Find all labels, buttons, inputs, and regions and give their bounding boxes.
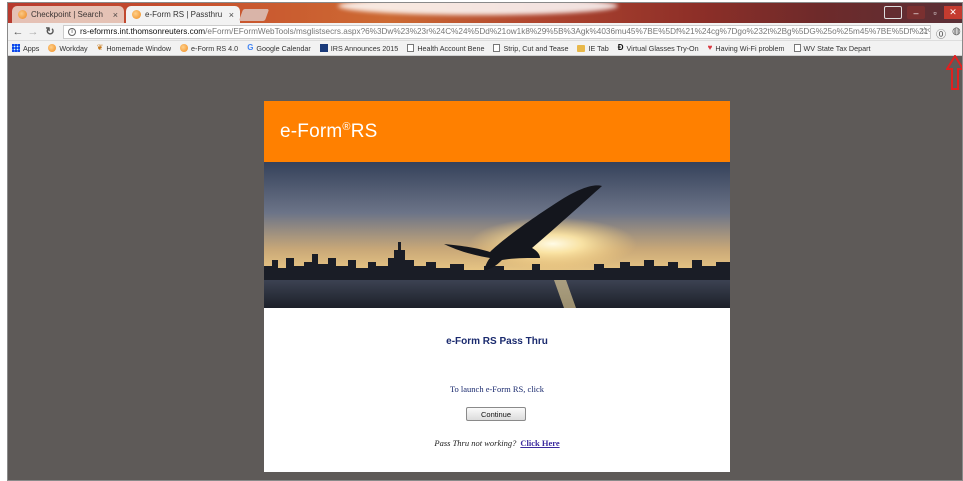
browser-window: Checkpoint | Search × e-Form RS | Passth… [7, 2, 963, 481]
back-arrow-icon[interactable]: ← [12, 25, 24, 39]
user-profile-icon[interactable] [884, 6, 902, 19]
bookmark-eform-rs[interactable]: e-Form RS 4.0 [180, 44, 238, 53]
extension-icon[interactable]: ⓪ [936, 26, 946, 41]
address-bar[interactable]: i rs-eformrs.int.thomsonreuters.com/eForm… [63, 25, 931, 39]
bookmark-label: Homemade Window [106, 43, 172, 53]
google-icon: G [247, 43, 254, 52]
passthru-content: e-Form RS Pass Thru To launch e-Form RS,… [264, 308, 730, 472]
bookmark-label: Having Wi-Fi problem [715, 43, 785, 53]
bookmark-health-account[interactable]: Health Account Bene [407, 44, 484, 53]
tab-strip: Checkpoint | Search × e-Form RS | Passth… [8, 3, 962, 23]
click-here-link[interactable]: Click Here [520, 438, 559, 448]
url-path: /eForm/EFormWebTools/msglistsecrs.aspx?6… [205, 27, 931, 36]
bookmark-label: WV State Tax Depart [803, 43, 871, 53]
bookmark-label: IRS Announces 2015 [330, 43, 399, 53]
bookmark-label: Strip, Cut and Tease [503, 43, 569, 53]
new-tab-button[interactable] [238, 9, 270, 21]
url-host: rs-eformrs.int.thomsonreuters.com [80, 27, 206, 36]
tab-label: Checkpoint | Search [31, 10, 103, 19]
reload-icon[interactable]: ↻ [44, 25, 56, 39]
bookmark-irs[interactable]: IRS Announces 2015 [319, 43, 399, 53]
bookmark-star-icon[interactable]: ☆ [920, 26, 929, 37]
bookmark-workday[interactable]: Workday [48, 43, 88, 53]
window-glare [338, 3, 618, 15]
folder-icon [577, 44, 586, 52]
launch-instructions: To launch e-Form RS, click [449, 384, 545, 394]
info-icon[interactable]: i [68, 27, 76, 36]
close-icon[interactable]: × [113, 10, 118, 20]
favicon-icon [132, 10, 141, 19]
d-icon: Ð [617, 43, 624, 52]
close-icon[interactable]: × [229, 10, 234, 20]
page-icon [793, 44, 801, 52]
forward-arrow-icon[interactable]: → [27, 25, 39, 39]
bookmark-google-calendar[interactable]: G Google Calendar [247, 44, 311, 53]
bookmark-label: e-Form RS 4.0 [191, 43, 239, 53]
eform-banner: e-Form®RS [264, 101, 730, 162]
extension-ie-tab-icon[interactable]: ◍ [952, 26, 961, 37]
bookmark-label: IE Tab [588, 43, 609, 53]
bookmark-wv-state-tax[interactable]: WV State Tax Depart [793, 43, 871, 53]
bookmark-virtual-glasses[interactable]: Ð Virtual Glasses Try-On [618, 44, 699, 53]
help-line: Pass Thru not working? Click Here [264, 438, 730, 448]
page-title: e-Form RS Pass Thru [446, 336, 548, 347]
tab-label: e-Form RS | Passthru [145, 10, 223, 19]
bookmark-ie-tab[interactable]: IE Tab [577, 43, 609, 53]
page-icon [493, 44, 501, 52]
bookmark-strip-cut-tease[interactable]: Strip, Cut and Tease [493, 44, 568, 53]
eform-logo: e-Form®RS [280, 121, 378, 143]
bookmark-label: Health Account Bene [417, 43, 485, 53]
bookmarks-bar: Apps Workday ❦ Homemade Window e-Form RS … [8, 41, 962, 56]
orange-circle-icon [180, 44, 189, 52]
logo-text: e-Form [280, 121, 343, 142]
apps-grid-icon [12, 44, 20, 52]
minimize-button[interactable]: – [907, 6, 925, 19]
orange-circle-icon [48, 44, 57, 52]
continue-button[interactable]: Continue [466, 407, 526, 421]
logo-mark: ® [342, 121, 351, 133]
hero-image-seagull-sunset [264, 162, 730, 308]
tab-eform-passthru[interactable]: e-Form RS | Passthru × [126, 6, 240, 23]
logo-suffix: RS [350, 121, 378, 142]
heart-icon: ♥ [707, 43, 713, 52]
bookmark-label: Workday [59, 43, 88, 53]
red-arrow-annotation-icon [946, 55, 962, 90]
maximize-button[interactable]: ▫ [928, 6, 942, 19]
window-close-button[interactable]: ✕ [944, 6, 962, 19]
bookmark-apps[interactable]: Apps [12, 44, 39, 53]
bookmark-label: Google Calendar [256, 43, 311, 53]
page-icon [407, 44, 415, 52]
favicon-icon [18, 10, 27, 19]
tab-checkpoint[interactable]: Checkpoint | Search × [12, 6, 124, 23]
bookmark-label: Apps [23, 43, 40, 53]
leaf-icon: ❦ [96, 43, 104, 52]
irs-icon [319, 44, 328, 52]
navigation-bar: ← → ↻ i rs-eformrs.int.thomsonreuters.com… [8, 23, 962, 41]
help-question: Pass Thru not working? [434, 438, 517, 448]
bookmark-label: Virtual Glasses Try-On [626, 43, 699, 53]
bookmark-wifi-problem[interactable]: ♥ Having Wi-Fi problem [708, 44, 785, 53]
bookmark-homemade-window[interactable]: ❦ Homemade Window [97, 44, 171, 53]
passthru-card: e-Form®RS e-Form RS Pass Thru To launch … [264, 101, 730, 472]
